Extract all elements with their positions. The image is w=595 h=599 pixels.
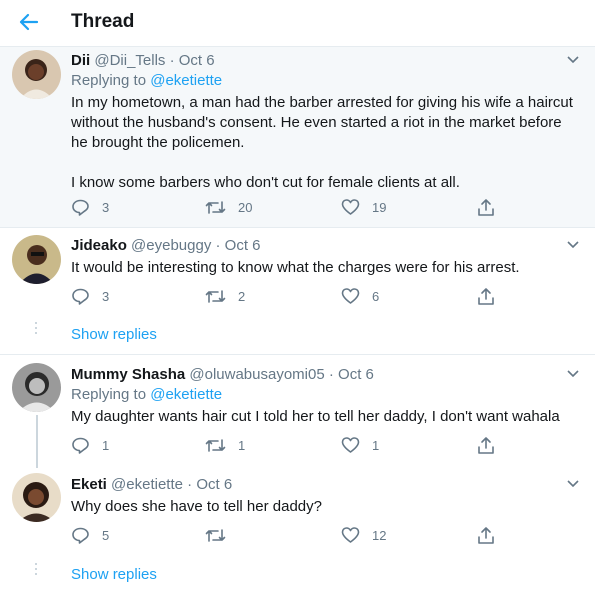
share-icon bbox=[478, 198, 494, 216]
heart-icon bbox=[341, 527, 360, 543]
display-name[interactable]: Dii bbox=[71, 52, 90, 69]
arrow-left-icon bbox=[19, 13, 39, 31]
like-button[interactable]: 6 bbox=[341, 285, 379, 307]
tweet-text: My daughter wants hair cut I told her to… bbox=[71, 407, 576, 427]
share-button[interactable] bbox=[477, 196, 495, 218]
heart-icon bbox=[341, 199, 360, 215]
reply-count: 3 bbox=[102, 199, 110, 215]
tweet-mummy-shasha[interactable]: Mummy Shasha @oluwabusayomi05 · Oct 6 Re… bbox=[0, 355, 595, 463]
tweet-text: It would be interesting to know what the… bbox=[71, 258, 576, 278]
back-button[interactable] bbox=[16, 10, 42, 34]
reply-icon bbox=[72, 437, 89, 454]
like-count: 6 bbox=[372, 288, 380, 304]
timestamp[interactable]: Oct 6 bbox=[196, 476, 232, 493]
replying-label: Replying to bbox=[71, 386, 147, 403]
timestamp[interactable]: Oct 6 bbox=[225, 237, 261, 254]
tweet-meta: Mummy Shasha @oluwabusayomi05 · Oct 6 bbox=[71, 366, 374, 383]
avatar[interactable] bbox=[12, 235, 61, 284]
page-title: Thread bbox=[71, 11, 135, 32]
share-icon bbox=[478, 436, 494, 454]
retweet-count: 20 bbox=[238, 199, 253, 215]
mention-link[interactable]: @eketiette bbox=[150, 386, 222, 403]
thread-dots bbox=[35, 322, 38, 337]
tweet-dii[interactable]: Dii @Dii_Tells · Oct 6 Replying to @eket… bbox=[0, 47, 595, 227]
share-icon bbox=[478, 526, 494, 544]
retweet-icon bbox=[205, 438, 226, 452]
user-handle[interactable]: @eketiette bbox=[111, 476, 183, 493]
timestamp[interactable]: Oct 6 bbox=[179, 52, 215, 69]
heart-icon bbox=[341, 437, 360, 453]
display-name[interactable]: Mummy Shasha bbox=[71, 366, 185, 383]
retweet-button[interactable]: 2 bbox=[205, 285, 245, 307]
like-button[interactable]: 1 bbox=[341, 434, 379, 456]
tweet-paragraph: Why does she have to tell her daddy? bbox=[71, 498, 322, 515]
thread-dots bbox=[35, 563, 38, 578]
tweet-paragraph: My daughter wants hair cut I told her to… bbox=[71, 408, 560, 425]
tweet-meta: Eketi @eketiette · Oct 6 bbox=[71, 476, 232, 493]
reply-count: 5 bbox=[102, 527, 110, 543]
tweet-meta: Dii @Dii_Tells · Oct 6 bbox=[71, 52, 215, 69]
separator-dot: · bbox=[328, 366, 334, 383]
tweet-paragraph: It would be interesting to know what the… bbox=[71, 259, 520, 276]
retweet-icon bbox=[205, 200, 226, 214]
tweet-paragraph: In my hometown, a man had the barber arr… bbox=[71, 94, 573, 151]
like-count: 1 bbox=[372, 437, 380, 453]
thread-header: Thread bbox=[0, 0, 595, 47]
timestamp[interactable]: Oct 6 bbox=[338, 366, 374, 383]
user-handle[interactable]: @eyebuggy bbox=[131, 237, 211, 254]
replying-label: Replying to bbox=[71, 72, 147, 89]
reply-count: 3 bbox=[102, 288, 110, 304]
display-name[interactable]: Jideako bbox=[71, 237, 127, 254]
share-button[interactable] bbox=[477, 524, 495, 546]
retweet-button[interactable]: 1 bbox=[205, 434, 245, 456]
like-button[interactable]: 12 bbox=[341, 524, 386, 546]
reply-count: 1 bbox=[102, 437, 110, 453]
user-handle[interactable]: @Dii_Tells bbox=[94, 52, 165, 69]
avatar[interactable] bbox=[12, 363, 61, 412]
reply-button[interactable]: 3 bbox=[71, 285, 109, 307]
reply-button[interactable]: 3 bbox=[71, 196, 109, 218]
avatar[interactable] bbox=[12, 473, 61, 522]
show-replies-link[interactable]: Show replies bbox=[71, 566, 157, 583]
tweet-paragraph: I know some barbers who don't cut for fe… bbox=[71, 174, 460, 191]
tweet-eketi[interactable]: Eketi @eketiette · Oct 6 Why does she ha… bbox=[0, 463, 595, 599]
tweet-jideako[interactable]: Jideako @eyebuggy · Oct 6 It would be in… bbox=[0, 228, 595, 354]
tweet-text: Why does she have to tell her daddy? bbox=[71, 497, 576, 517]
separator-dot: · bbox=[187, 476, 193, 493]
reply-button[interactable]: 1 bbox=[71, 434, 109, 456]
reply-icon bbox=[72, 199, 89, 216]
mention-link[interactable]: @eketiette bbox=[150, 72, 222, 89]
like-count: 12 bbox=[372, 527, 387, 543]
retweet-count: 1 bbox=[238, 437, 246, 453]
chevron-down-icon[interactable] bbox=[565, 368, 581, 380]
reply-icon bbox=[72, 527, 89, 544]
chevron-down-icon[interactable] bbox=[565, 478, 581, 490]
retweet-icon bbox=[205, 289, 226, 303]
chevron-down-icon[interactable] bbox=[565, 239, 581, 251]
share-icon bbox=[478, 287, 494, 305]
reply-icon bbox=[72, 288, 89, 305]
avatar[interactable] bbox=[12, 50, 61, 99]
like-count: 19 bbox=[372, 199, 387, 215]
retweet-count: 2 bbox=[238, 288, 246, 304]
share-button[interactable] bbox=[477, 285, 495, 307]
replying-to: Replying to @eketiette bbox=[71, 386, 222, 403]
like-button[interactable]: 19 bbox=[341, 196, 386, 218]
thread-connector-line bbox=[36, 415, 38, 468]
separator-dot: · bbox=[169, 52, 175, 69]
chevron-down-icon[interactable] bbox=[565, 54, 581, 66]
heart-icon bbox=[341, 288, 360, 304]
replying-to: Replying to @eketiette bbox=[71, 72, 222, 89]
tweet-text: In my hometown, a man had the barber arr… bbox=[71, 93, 576, 193]
display-name[interactable]: Eketi bbox=[71, 476, 107, 493]
retweet-button[interactable]: 20 bbox=[205, 196, 252, 218]
share-button[interactable] bbox=[477, 434, 495, 456]
tweet-meta: Jideako @eyebuggy · Oct 6 bbox=[71, 237, 261, 254]
reply-button[interactable]: 5 bbox=[71, 524, 109, 546]
show-replies-link[interactable]: Show replies bbox=[71, 326, 157, 343]
separator-dot: · bbox=[215, 237, 221, 254]
retweet-button[interactable] bbox=[205, 524, 238, 546]
retweet-icon bbox=[205, 528, 226, 542]
user-handle[interactable]: @oluwabusayomi05 bbox=[189, 366, 324, 383]
